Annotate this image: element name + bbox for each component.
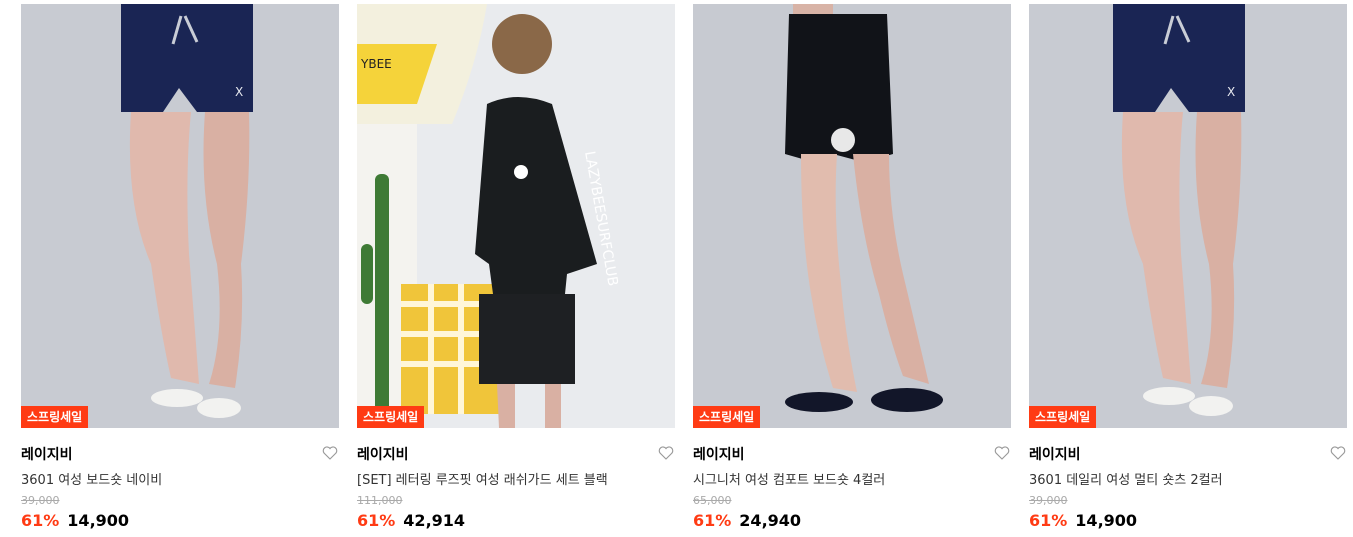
product-photo-rashguard-set: YBEE LAZYBEESURFCLUB <box>357 4 675 428</box>
sale-badge: 스프링세일 <box>357 406 425 428</box>
product-photo-legs-black-shorts <box>693 4 1011 428</box>
product-grid: X 스프링세일 레이지비 3601 여성 보드숏 네이비 39,000 61% 1… <box>0 0 1353 537</box>
original-price: 65,000 <box>693 494 732 507</box>
product-image[interactable]: X 스프링세일 <box>1029 4 1347 428</box>
original-price: 39,000 <box>21 494 60 507</box>
product-image[interactable]: 스프링세일 <box>693 4 1011 428</box>
product-name[interactable]: [SET] 레터링 루즈핏 여성 래쉬가드 세트 블랙 <box>357 469 608 488</box>
svg-text:X: X <box>235 85 243 99</box>
product-card[interactable]: X 스프링세일 레이지비 3601 데일리 여성 멀티 숏츠 2컬러 39,00… <box>1029 4 1347 534</box>
sale-price: 14,900 <box>67 511 130 530</box>
price-line: 61% 14,900 <box>1029 511 1137 530</box>
product-image[interactable]: YBEE LAZYBEESURFCLUB 스프링세일 <box>357 4 675 428</box>
product-name[interactable]: 3601 여성 보드숏 네이비 <box>21 469 162 488</box>
sale-badge: 스프링세일 <box>21 406 89 428</box>
product-name[interactable]: 시그니처 여성 컴포트 보드숏 4컬러 <box>693 469 885 488</box>
umbrella-text: YBEE <box>360 57 392 71</box>
sale-badge: 스프링세일 <box>1029 406 1097 428</box>
product-photo-legs-navy-shorts: X <box>21 4 339 428</box>
product-card[interactable]: X 스프링세일 레이지비 3601 여성 보드숏 네이비 39,000 61% 1… <box>21 4 339 534</box>
price-line: 61% 14,900 <box>21 511 129 530</box>
brand-name[interactable]: 레이지비 <box>1029 444 1081 464</box>
original-price: 111,000 <box>357 494 403 507</box>
sale-price: 14,900 <box>1075 511 1138 530</box>
product-card[interactable]: YBEE LAZYBEESURFCLUB 스프링세일 레이지비 [SET] 레터… <box>357 4 675 534</box>
heart-outline-icon[interactable] <box>1329 444 1347 462</box>
product-card[interactable]: 스프링세일 레이지비 시그니처 여성 컴포트 보드숏 4컬러 65,000 61… <box>693 4 1011 534</box>
heart-outline-icon[interactable] <box>657 444 675 462</box>
original-price: 39,000 <box>1029 494 1068 507</box>
heart-outline-icon[interactable] <box>321 444 339 462</box>
product-image[interactable]: X 스프링세일 <box>21 4 339 428</box>
price-line: 61% 24,940 <box>693 511 801 530</box>
brand-name[interactable]: 레이지비 <box>693 444 745 464</box>
svg-text:X: X <box>1227 85 1235 99</box>
heart-outline-icon[interactable] <box>993 444 1011 462</box>
sale-price: 42,914 <box>403 511 466 530</box>
discount-rate: 61% <box>1029 511 1068 530</box>
price-line: 61% 42,914 <box>357 511 465 530</box>
brand-name[interactable]: 레이지비 <box>21 444 73 464</box>
product-name[interactable]: 3601 데일리 여성 멀티 숏츠 2컬러 <box>1029 469 1223 488</box>
discount-rate: 61% <box>693 511 732 530</box>
product-photo-legs-navy-shorts: X <box>1029 4 1347 428</box>
discount-rate: 61% <box>357 511 396 530</box>
sale-badge: 스프링세일 <box>693 406 761 428</box>
discount-rate: 61% <box>21 511 60 530</box>
sale-price: 24,940 <box>739 511 802 530</box>
brand-name[interactable]: 레이지비 <box>357 444 409 464</box>
